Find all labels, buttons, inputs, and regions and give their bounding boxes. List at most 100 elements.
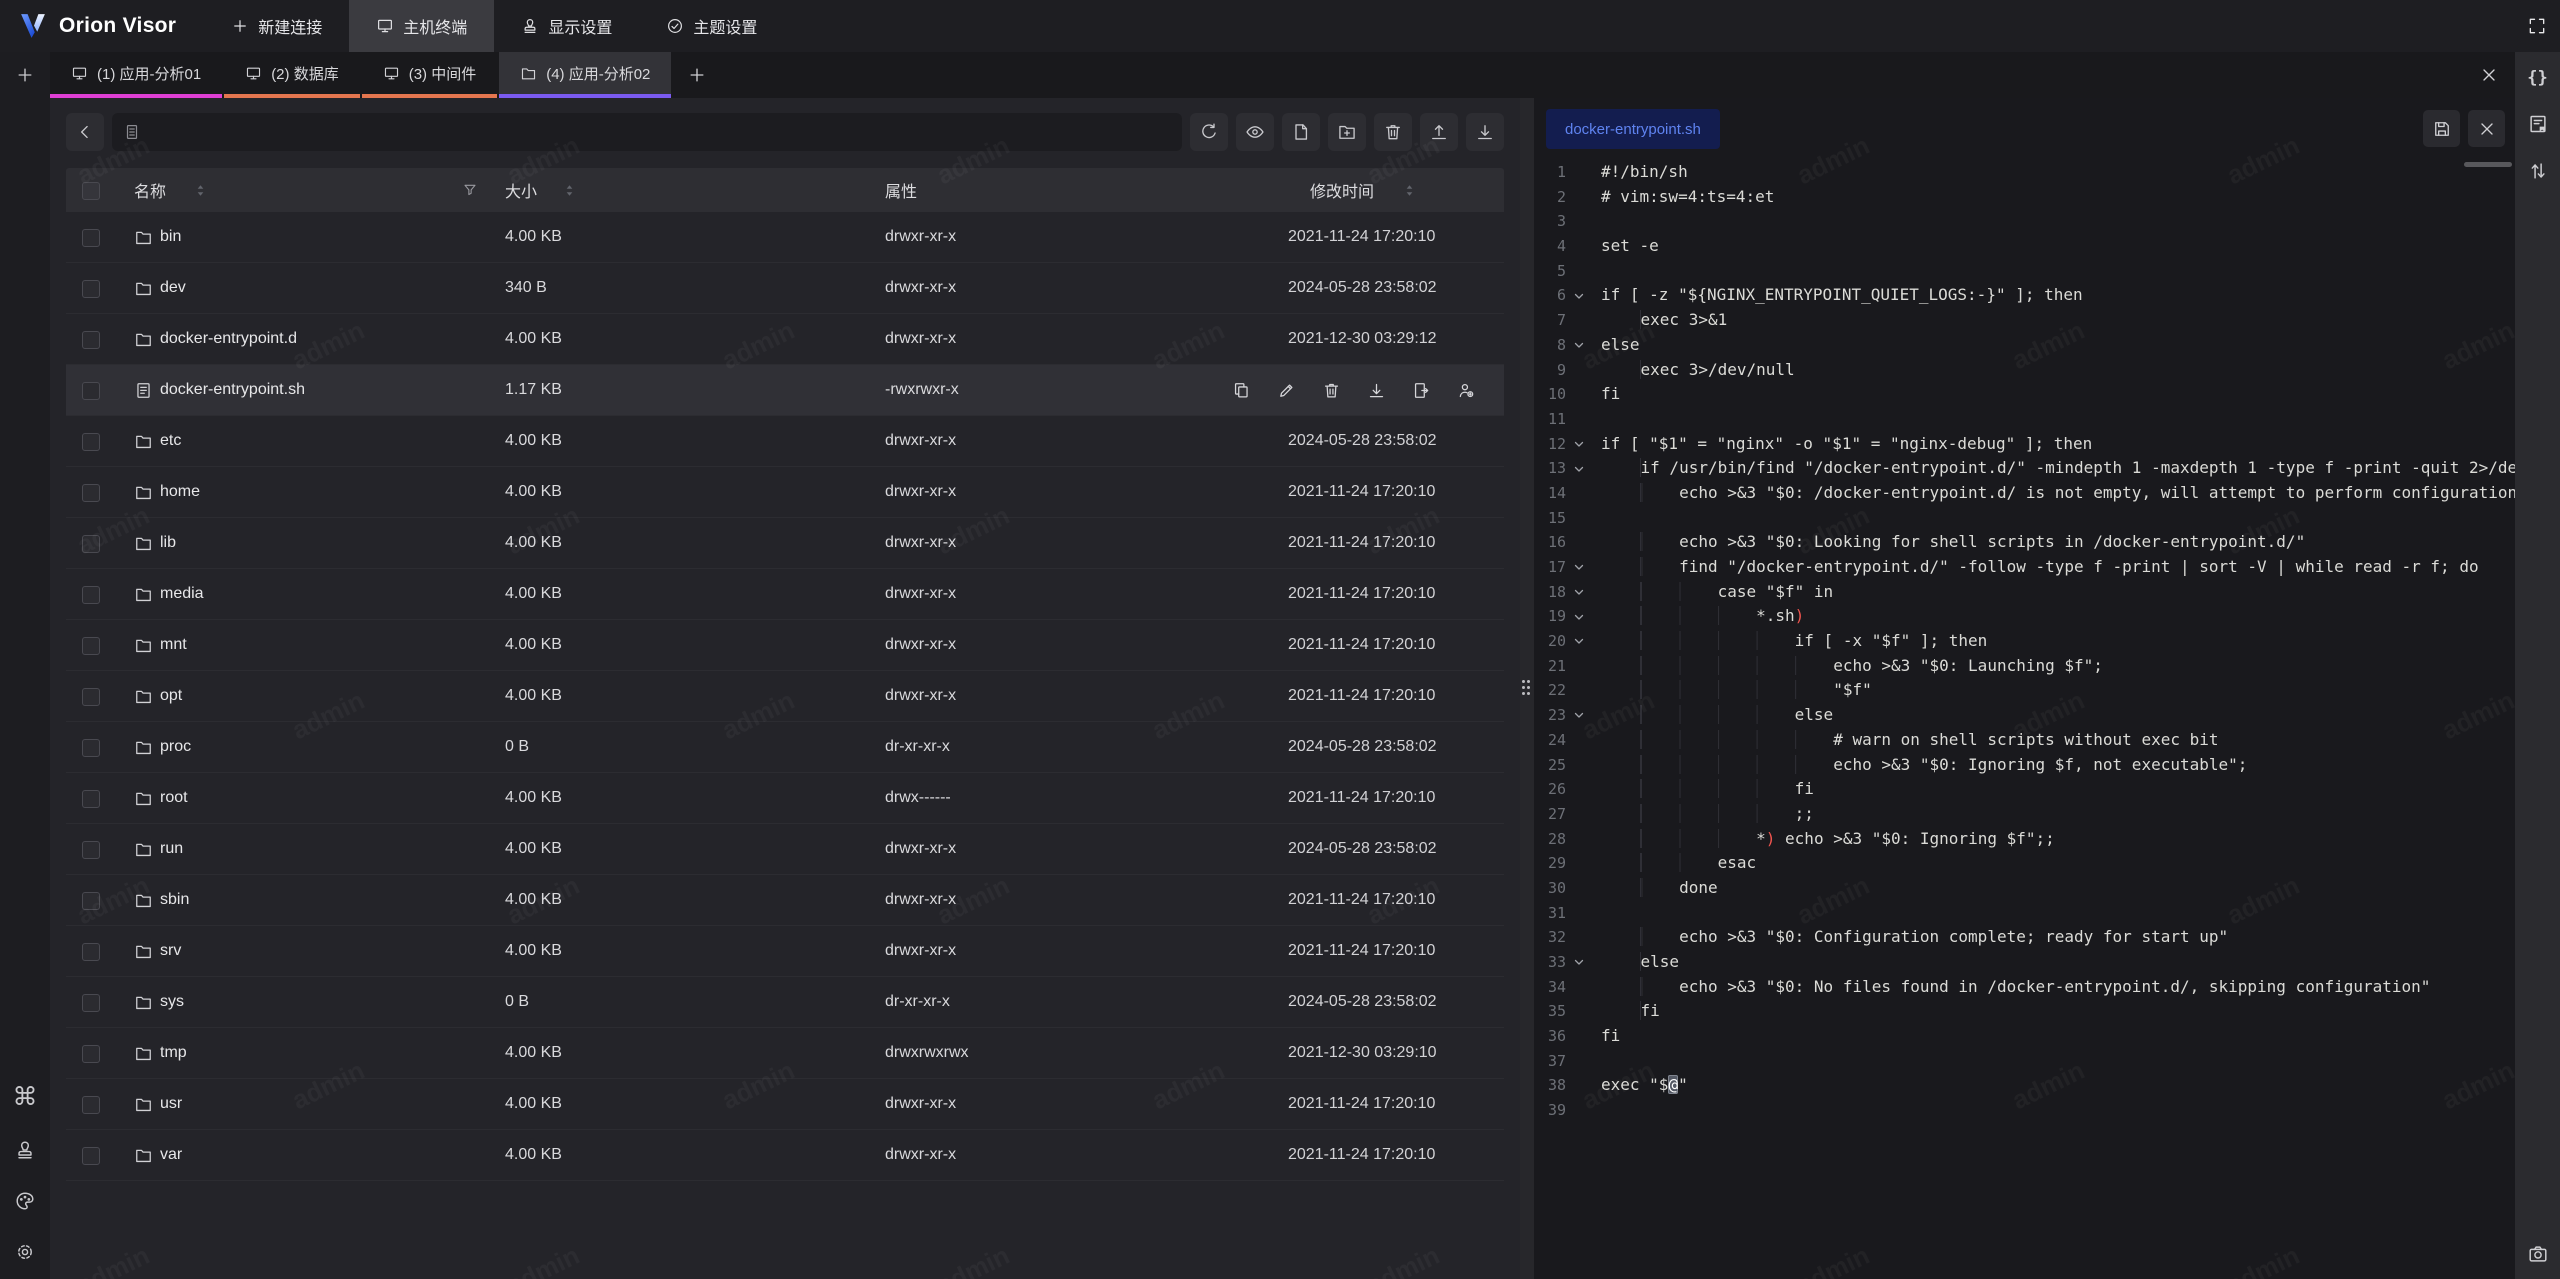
menu-display-settings[interactable]: 显示设置 [494, 0, 639, 52]
col-mtime[interactable]: 修改时间 [1310, 168, 1374, 212]
file-name[interactable]: var [160, 1130, 182, 1180]
table-row[interactable]: media4.00 KBdrwxr-xr-x2021-11-24 17:20:1… [66, 569, 1504, 620]
table-row[interactable]: sbin4.00 KBdrwxr-xr-x2021-11-24 17:20:10 [66, 875, 1504, 926]
add-tab-button[interactable] [673, 52, 721, 98]
file-name[interactable]: run [160, 824, 183, 874]
table-row[interactable]: bin4.00 KBdrwxr-xr-x2021-11-24 17:20:10 [66, 212, 1504, 263]
row-checkbox[interactable] [82, 943, 100, 961]
file-name[interactable]: docker-entrypoint.sh [160, 365, 305, 415]
sort-caret-icon[interactable] [193, 168, 208, 212]
new-file-button[interactable] [1282, 113, 1320, 151]
row-checkbox[interactable] [82, 739, 100, 757]
file-name[interactable]: mnt [160, 620, 187, 670]
col-size[interactable]: 大小 [505, 168, 537, 212]
new-folder-button[interactable] [1328, 113, 1366, 151]
row-checkbox[interactable] [82, 433, 100, 451]
table-row[interactable]: dev340 Bdrwxr-xr-x2024-05-28 23:58:02 [66, 263, 1504, 314]
close-editor-button[interactable] [2468, 110, 2505, 147]
row-checkbox[interactable] [82, 994, 100, 1012]
upload-button[interactable] [1420, 113, 1458, 151]
select-all-checkbox[interactable] [82, 182, 100, 200]
fold-chevron-icon[interactable] [1566, 604, 1601, 629]
doc-bookmark-icon[interactable] [2527, 113, 2549, 135]
move-icon[interactable] [1412, 381, 1431, 400]
table-row[interactable]: proc0 Bdr-xr-xr-x2024-05-28 23:58:02 [66, 722, 1504, 773]
row-checkbox[interactable] [82, 637, 100, 655]
download-icon[interactable] [1367, 381, 1386, 400]
fullscreen-icon[interactable] [2527, 16, 2560, 36]
fold-chevron-icon[interactable] [1566, 950, 1601, 975]
file-name[interactable]: sbin [160, 875, 189, 925]
permission-icon[interactable] [1457, 381, 1476, 400]
file-name[interactable]: home [160, 467, 200, 517]
file-name[interactable]: media [160, 569, 204, 619]
file-name[interactable]: opt [160, 671, 182, 721]
file-name[interactable]: usr [160, 1079, 182, 1129]
table-row[interactable]: docker-entrypoint.sh1.17 KB-rwxrwxr-x [66, 365, 1504, 416]
row-checkbox[interactable] [82, 1045, 100, 1063]
variables-braces-icon[interactable]: {} [2527, 68, 2547, 88]
file-name[interactable]: root [160, 773, 188, 823]
table-row[interactable]: mnt4.00 KBdrwxr-xr-x2021-11-24 17:20:10 [66, 620, 1504, 671]
fold-chevron-icon[interactable] [1566, 555, 1601, 580]
file-name[interactable]: lib [160, 518, 176, 568]
table-row[interactable]: var4.00 KBdrwxr-xr-x2021-11-24 17:20:10 [66, 1130, 1504, 1181]
settings-gear-icon[interactable] [14, 1241, 36, 1263]
table-row[interactable]: sys0 Bdr-xr-xr-x2024-05-28 23:58:02 [66, 977, 1504, 1028]
panel-splitter[interactable] [1520, 98, 1534, 1279]
editor-file-tab[interactable]: docker-entrypoint.sh [1546, 109, 1720, 149]
fold-chevron-icon[interactable] [1566, 456, 1601, 481]
sort-caret-icon[interactable] [1402, 168, 1417, 212]
row-checkbox[interactable] [82, 535, 100, 553]
display-settings-icon[interactable] [14, 1139, 36, 1161]
tab-app-analysis-01[interactable]: (1) 应用-分析01 [50, 52, 222, 98]
col-name[interactable]: 名称 [134, 168, 166, 212]
table-row[interactable]: usr4.00 KBdrwxr-xr-x2021-11-24 17:20:10 [66, 1079, 1504, 1130]
screenshot-camera-icon[interactable] [2527, 1243, 2549, 1265]
fold-chevron-icon[interactable] [1566, 432, 1601, 457]
row-checkbox[interactable] [82, 280, 100, 298]
row-checkbox[interactable] [82, 892, 100, 910]
row-checkbox[interactable] [82, 229, 100, 247]
file-name[interactable]: proc [160, 722, 191, 772]
tab-database[interactable]: (2) 数据库 [224, 52, 360, 98]
table-row[interactable]: run4.00 KBdrwxr-xr-x2024-05-28 23:58:02 [66, 824, 1504, 875]
file-name[interactable]: etc [160, 416, 181, 466]
menu-host-terminal[interactable]: 主机终端 [349, 0, 494, 52]
row-checkbox[interactable] [82, 790, 100, 808]
close-all-tabs-icon[interactable] [2479, 65, 2499, 85]
menu-theme-settings[interactable]: 主题设置 [639, 0, 784, 52]
row-checkbox[interactable] [82, 1096, 100, 1114]
table-row[interactable]: home4.00 KBdrwxr-xr-x2021-11-24 17:20:10 [66, 467, 1504, 518]
edit-icon[interactable] [1277, 381, 1296, 400]
file-name[interactable]: sys [160, 977, 184, 1027]
file-name[interactable]: dev [160, 263, 186, 313]
swap-vertical-icon[interactable] [2527, 160, 2549, 182]
row-checkbox[interactable] [82, 1147, 100, 1165]
save-button[interactable] [2423, 110, 2460, 147]
preview-button[interactable] [1236, 113, 1274, 151]
table-row[interactable]: etc4.00 KBdrwxr-xr-x2024-05-28 23:58:02 [66, 416, 1504, 467]
theme-palette-icon[interactable] [14, 1190, 36, 1212]
table-row[interactable]: opt4.00 KBdrwxr-xr-x2021-11-24 17:20:10 [66, 671, 1504, 722]
row-checkbox[interactable] [82, 841, 100, 859]
command-shortcut-icon[interactable]: ⌘ [13, 1086, 38, 1110]
table-row[interactable]: lib4.00 KBdrwxr-xr-x2021-11-24 17:20:10 [66, 518, 1504, 569]
row-checkbox[interactable] [82, 382, 100, 400]
file-name[interactable]: bin [160, 212, 181, 262]
back-button[interactable] [66, 113, 104, 151]
table-row[interactable]: root4.00 KBdrwx------2021-11-24 17:20:10 [66, 773, 1504, 824]
delete-icon[interactable] [1322, 381, 1341, 400]
download-button[interactable] [1466, 113, 1504, 151]
sort-caret-icon[interactable] [562, 168, 577, 212]
row-checkbox[interactable] [82, 331, 100, 349]
fold-chevron-icon[interactable] [1566, 629, 1601, 654]
filter-funnel-icon[interactable] [462, 168, 478, 212]
code-editor[interactable]: 1#!/bin/sh2# vim:sw=4:ts=4:et34set -e56i… [1534, 160, 2515, 1279]
fold-chevron-icon[interactable] [1566, 333, 1601, 358]
fold-chevron-icon[interactable] [1566, 580, 1601, 605]
tab-middleware[interactable]: (3) 中间件 [362, 52, 498, 98]
fold-chevron-icon[interactable] [1566, 283, 1601, 308]
fold-chevron-icon[interactable] [1566, 703, 1601, 728]
path-input[interactable] [149, 123, 1171, 142]
